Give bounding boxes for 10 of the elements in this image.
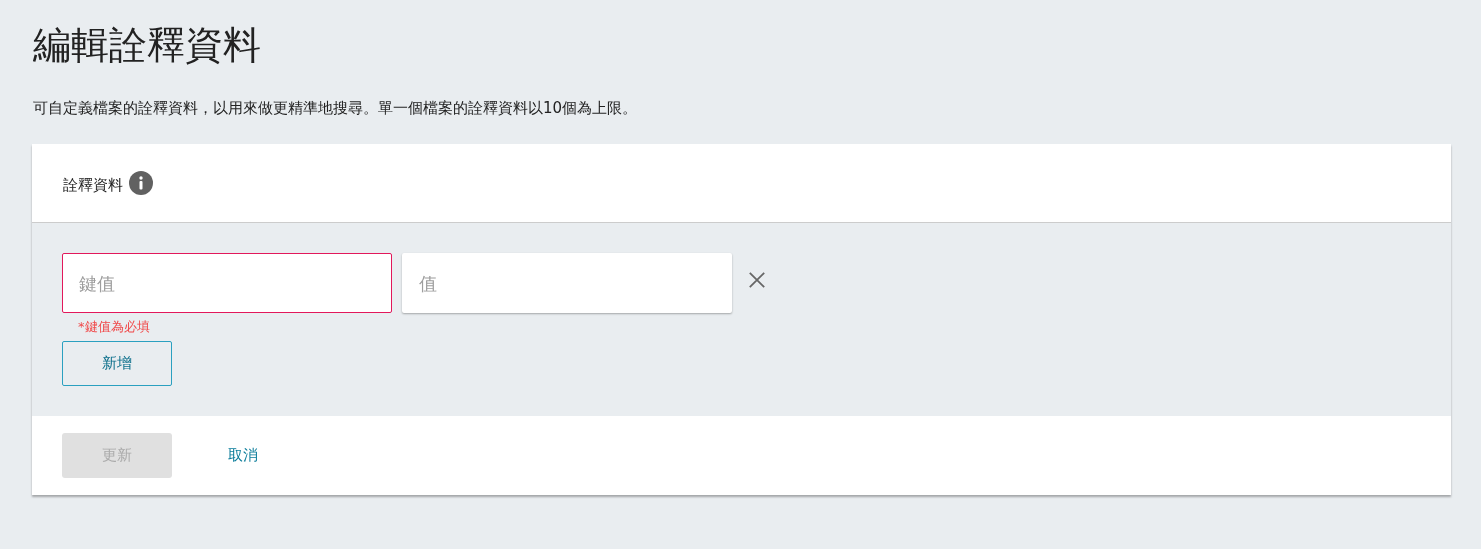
info-icon[interactable] — [129, 171, 153, 195]
add-button[interactable]: 新增 — [62, 341, 172, 386]
close-icon[interactable] — [748, 271, 766, 289]
key-field[interactable]: 鍵值 — [62, 253, 392, 313]
cancel-link[interactable]: 取消 — [228, 446, 258, 465]
page-description: 可自定義檔案的詮釋資料，以用來做更精準地搜尋。單一個檔案的詮釋資料以10個為上限。 — [33, 98, 639, 118]
error-message: *鍵值為必填 — [78, 318, 150, 336]
page-title: 編輯詮釋資料 — [33, 22, 262, 69]
value-field[interactable]: 值 — [402, 253, 732, 313]
section-title: 詮釋資料 — [63, 175, 123, 195]
